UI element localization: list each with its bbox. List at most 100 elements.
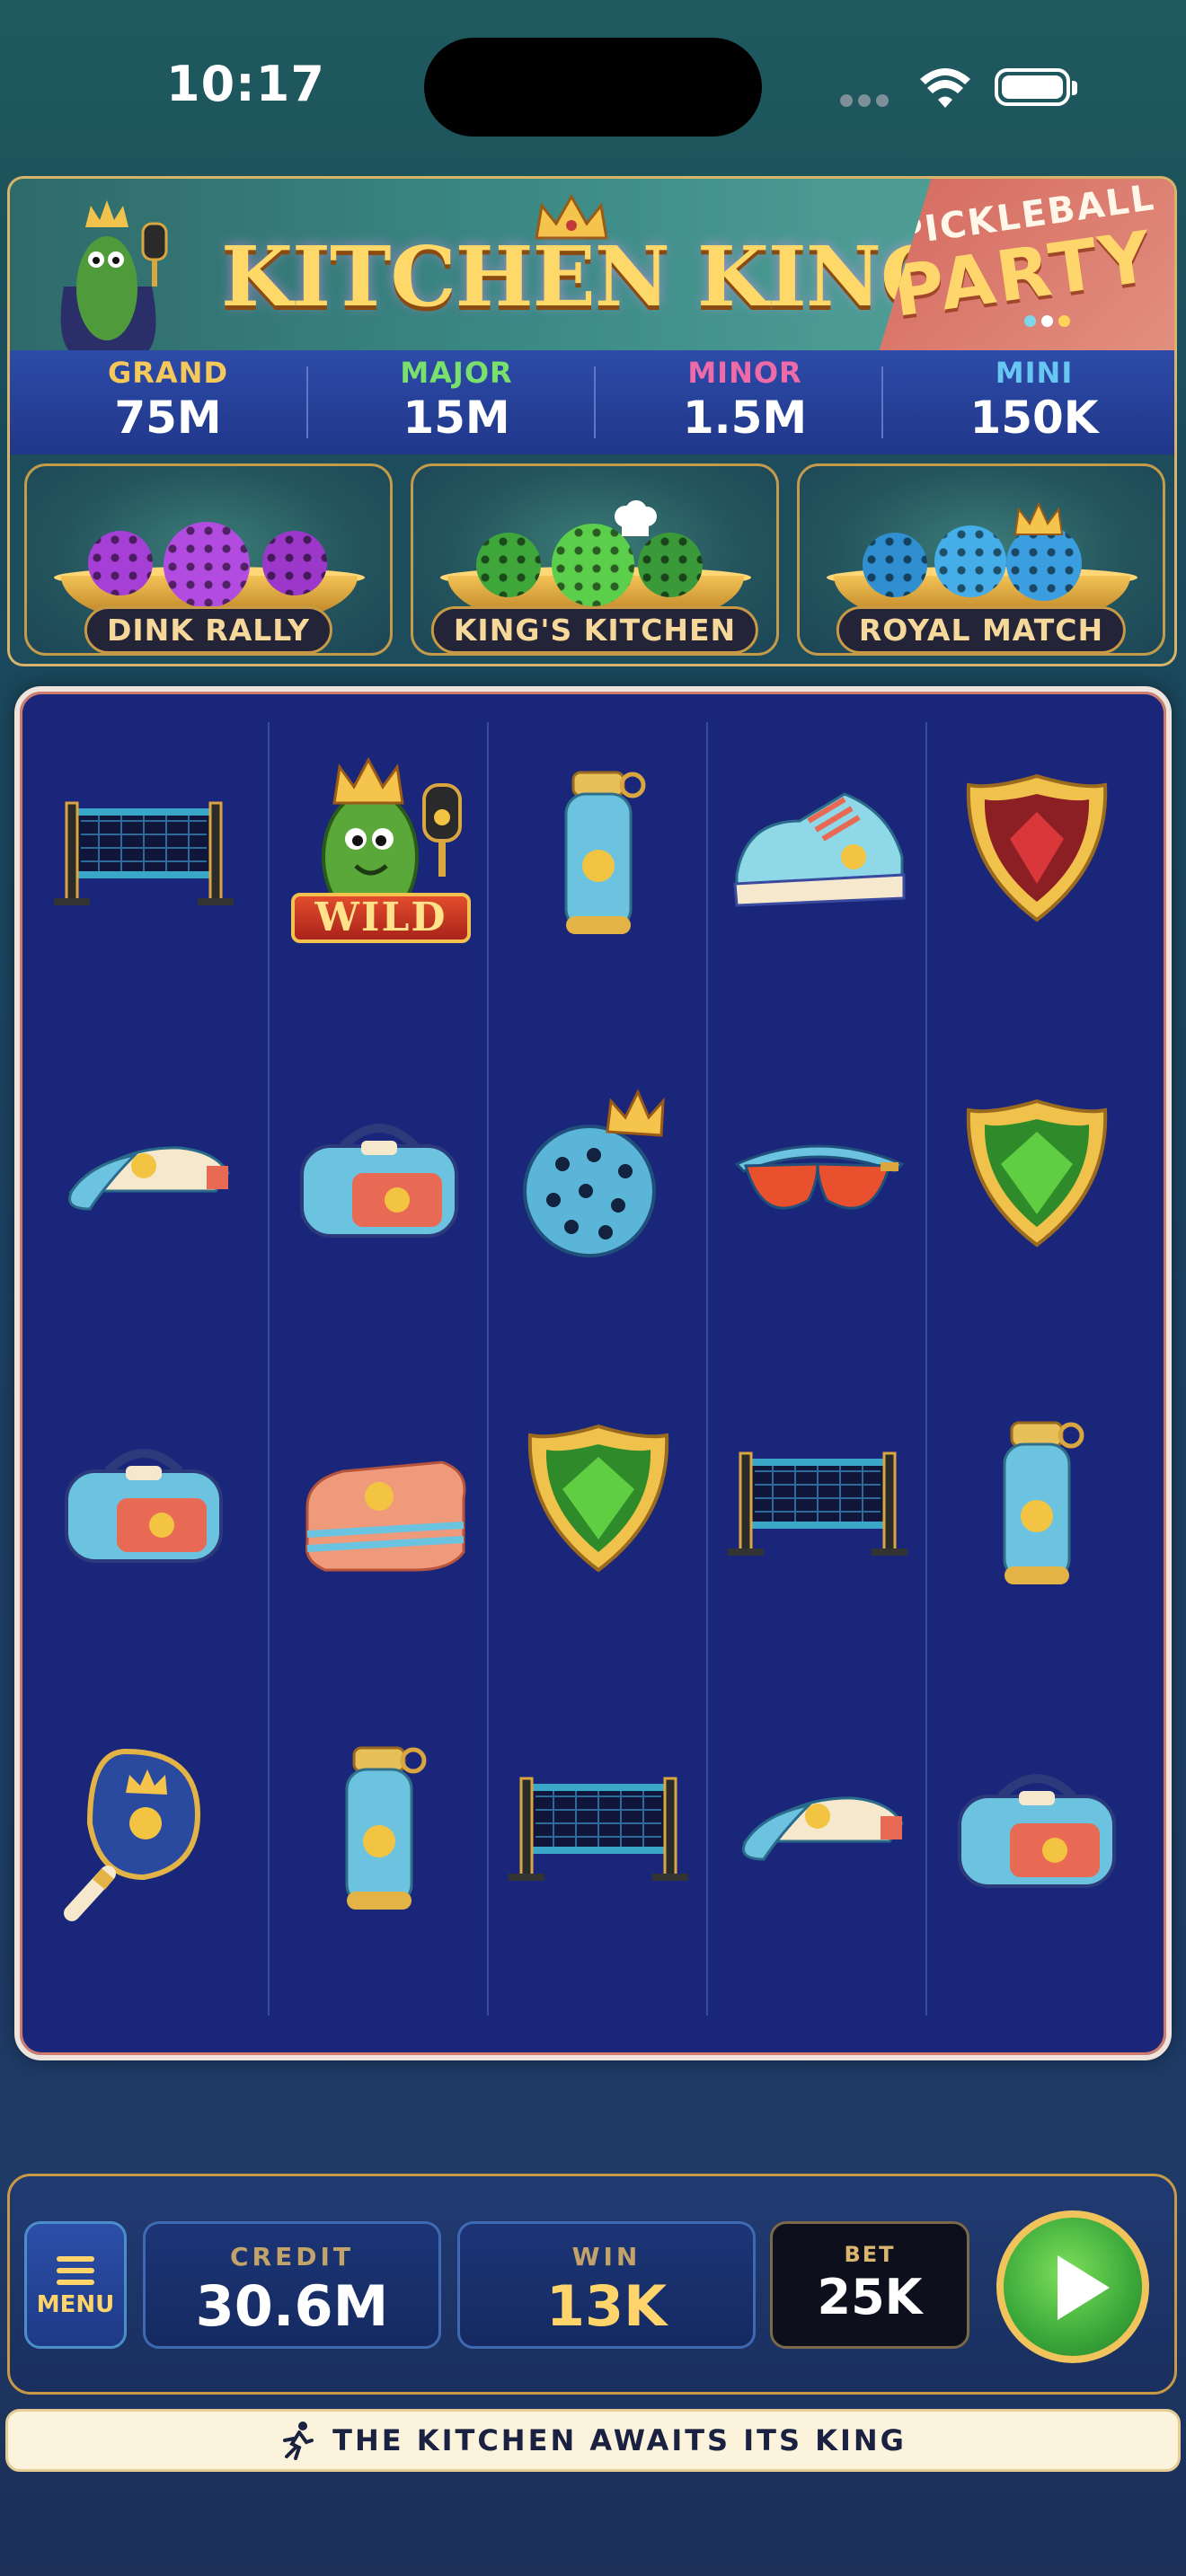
reel-symbol [491,1698,706,2003]
reel-symbol [929,1372,1145,1678]
reel-symbol: WILD [271,722,487,1028]
jackpot-label: MINOR [687,356,802,390]
pickleball-icon [638,533,703,597]
reel-symbol [710,1047,925,1353]
battery-icon [995,68,1070,106]
menu-label: MENU [36,2291,115,2318]
dynamic-island [424,38,762,137]
gym-bag-icon [958,1774,1116,1888]
feature-panel: DINK RALLY KING'S KITCHEN ROYAL MATCH [7,454,1177,666]
wifi-icon [920,68,970,108]
reel-symbol [710,1372,925,1678]
jackpot-bar: GRAND 75M MAJOR 15M MINOR 1.5M MINI 150K [7,350,1177,454]
net-icon [509,1777,688,1881]
reel-symbol [36,1698,252,2003]
pickleball-icon [934,525,1006,597]
game-banner: KITCHEN KING PICKLEBALL PARTY [7,176,1177,352]
crowned-pickleball-icon [523,1089,665,1257]
feature-royal-match[interactable]: ROYAL MATCH [797,463,1165,656]
running-person-icon [283,2422,314,2460]
jackpot-major: MAJOR 15M [313,350,600,454]
feature-label: ROYAL MATCH [836,606,1127,653]
reel-symbol [710,1698,925,2003]
reel-symbol [929,1698,1145,2003]
jackpot-minor: MINOR 1.5M [601,350,889,454]
ticker-message: THE KITCHEN AWAITS ITS KING [332,2423,907,2457]
jackpot-grand: GRAND 75M [24,350,312,454]
gym-bag-icon [300,1124,458,1238]
jackpot-label: MINI [995,356,1074,390]
jackpot-label: MAJOR [400,356,513,390]
reel-symbol [271,1372,487,1678]
jackpot-mini: MINI 150K [890,350,1178,454]
net-icon [54,801,234,905]
play-icon [1058,2255,1110,2320]
red-gem-shield-icon [966,773,1108,922]
message-ticker: THE KITCHEN AWAITS ITS KING [5,2409,1181,2472]
bet-value: 25K [817,2269,923,2325]
towel-icon [305,1460,466,1572]
control-bar: MENU CREDIT 30.6M WIN 13K BET 25K [7,2174,1177,2395]
pickleball-icon [88,531,153,595]
reel-symbol [491,1047,706,1353]
water-bottle-icon [1003,1421,1084,1584]
reel-symbol [491,1372,706,1678]
reel-symbol [271,1047,487,1353]
reel-symbol [36,722,252,1028]
pickleball-icon [476,533,541,597]
bet-label: BET [844,2242,896,2267]
status-bar: 10:17 [0,0,1186,171]
water-bottle-icon [345,1746,427,1910]
reel-symbol [929,1047,1145,1353]
credit-label: CREDIT [230,2242,354,2272]
status-time: 10:17 [166,56,325,112]
reel-symbol [710,722,925,1028]
feature-label: KING'S KITCHEN [430,606,759,653]
party-badge: PICKLEBALL PARTY [878,179,1174,352]
green-gem-shield-icon [527,1424,669,1573]
win-value: 13K [545,2273,668,2339]
jackpot-value: 75M [114,392,222,444]
credit-meter: CREDIT 30.6M [143,2221,441,2349]
reel-symbol [36,1047,252,1353]
sunglasses-icon [734,1144,905,1210]
pickle-king-wild-icon [322,756,462,923]
gym-bag-icon [65,1449,223,1563]
feature-kings-kitchen[interactable]: KING'S KITCHEN [411,463,779,656]
pickle-king-mascot-icon [60,200,168,352]
reel-grid: WILD [14,686,1172,2060]
pickleball-icon [863,533,927,597]
green-gem-shield-icon [966,1098,1108,1248]
menu-button[interactable]: MENU [24,2221,127,2349]
spin-button[interactable] [996,2210,1149,2363]
win-meter: WIN 13K [457,2221,756,2349]
jackpot-value: 15M [403,392,510,444]
jackpot-label: GRAND [107,356,228,390]
pickleball-icon [262,531,327,595]
crown-icon [1013,502,1064,535]
pickleball-icon [164,522,250,608]
net-icon [728,1451,907,1556]
reel-symbol [491,722,706,1028]
feature-label: DINK RALLY [84,606,333,653]
sneaker-icon [733,792,906,907]
feature-dink-rally[interactable]: DINK RALLY [24,463,393,656]
signal-dots-icon [840,93,894,110]
party-dots-icon [1024,313,1075,331]
reel-symbol [36,1372,252,1678]
bet-selector[interactable]: BET 25K [770,2221,969,2349]
chef-hat-icon [615,500,657,536]
credit-value: 30.6M [195,2273,389,2339]
reel-symbol [929,722,1145,1028]
visor-icon [742,1796,904,1861]
crown-paddle-icon [64,1748,201,1921]
win-label: WIN [571,2242,642,2272]
wild-label: WILD [291,893,471,943]
jackpot-value: 1.5M [682,392,808,444]
game-title: KITCHEN KING [221,228,951,325]
jackpot-value: 150K [969,392,1099,444]
hamburger-icon [57,2256,94,2285]
reel-symbol [271,1698,487,2003]
water-bottle-icon [564,771,646,934]
visor-icon [68,1146,230,1211]
